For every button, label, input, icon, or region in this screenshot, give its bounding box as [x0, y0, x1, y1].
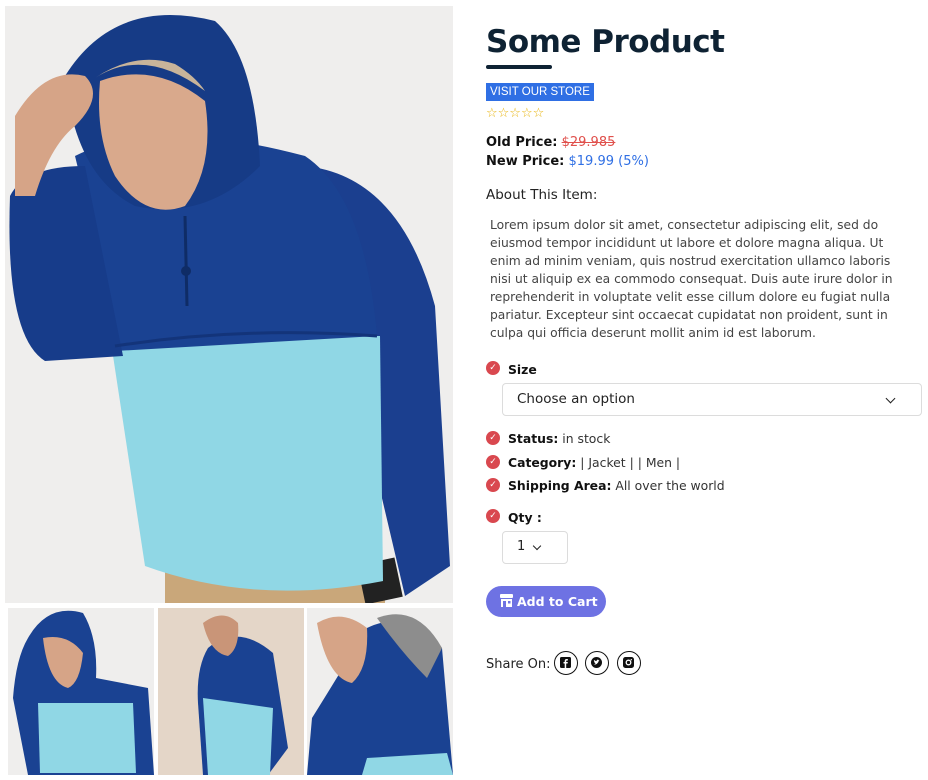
status-row: Status: in stock	[508, 431, 610, 446]
chevron-down-icon	[532, 541, 542, 551]
share-label: Share On:	[486, 657, 551, 672]
check-icon: ✓	[486, 509, 500, 523]
check-icon: ✓	[486, 455, 500, 469]
thumbnail-2[interactable]	[158, 608, 304, 775]
old-price-value: $29.985	[561, 135, 616, 150]
shipping-row: Shipping Area: All over the world	[508, 478, 725, 493]
product-title: Some Product	[486, 24, 725, 60]
product-photo-hoodie	[5, 6, 453, 603]
qty-select[interactable]: 1	[502, 531, 568, 564]
status-label: Status:	[508, 431, 559, 446]
instagram-icon[interactable]	[617, 651, 641, 675]
shipping-value: All over the world	[615, 478, 725, 493]
status-value: in stock	[562, 431, 611, 446]
qty-value: 1	[517, 539, 526, 554]
add-to-cart-button[interactable]: Add to Cart	[486, 586, 606, 617]
thumbnail-3[interactable]	[307, 608, 453, 775]
new-price-label: New Price:	[486, 154, 565, 169]
rating-stars[interactable]: ☆☆☆☆☆	[486, 106, 544, 122]
thumbnail-1[interactable]	[8, 608, 154, 775]
shipping-label: Shipping Area:	[508, 478, 612, 493]
check-icon: ✓	[486, 478, 500, 492]
old-price-row: Old Price: $29.985	[486, 135, 615, 150]
thumbnail-image	[8, 608, 154, 775]
category-row: Category: | Jacket | | Men |	[508, 455, 680, 470]
about-heading: About This Item:	[486, 187, 598, 203]
twitter-icon[interactable]	[585, 651, 609, 675]
new-price-value: $19.99 (5%)	[568, 154, 649, 169]
title-underline	[486, 65, 552, 69]
thumbnail-image	[158, 608, 304, 775]
chevron-down-icon	[885, 393, 896, 404]
product-main-image	[5, 6, 453, 603]
add-to-cart-label: Add to Cart	[517, 594, 598, 609]
category-value[interactable]: | Jacket | | Men |	[580, 455, 680, 470]
check-icon: ✓	[486, 431, 500, 445]
check-icon: ✓	[486, 361, 500, 375]
store-icon	[499, 593, 514, 611]
old-price-label: Old Price:	[486, 135, 558, 150]
facebook-icon[interactable]	[554, 651, 578, 675]
qty-label: Qty :	[508, 510, 542, 525]
size-label: Size	[508, 362, 537, 377]
product-description: Lorem ipsum dolor sit amet, consectetur …	[490, 218, 893, 340]
category-label: Category:	[508, 455, 577, 470]
size-select[interactable]: Choose an option	[502, 383, 922, 416]
new-price-row: New Price: $19.99 (5%)	[486, 154, 649, 169]
size-select-value: Choose an option	[517, 391, 635, 407]
visit-store-link[interactable]: VISIT OUR STORE	[486, 83, 594, 101]
thumbnail-image	[307, 608, 453, 775]
